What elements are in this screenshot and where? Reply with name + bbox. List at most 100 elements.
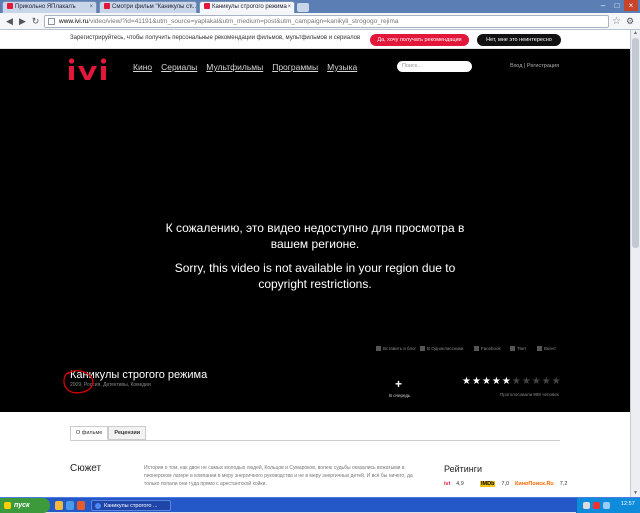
add-to-queue-button[interactable]: +	[395, 377, 402, 391]
tab-label: Прикольно ЯПлакалъ	[15, 4, 76, 10]
close-tab-icon[interactable]: ×	[189, 2, 193, 13]
rating-star-icon[interactable]: ★	[492, 377, 501, 387]
player-area: Кино Сериалы Мультфильмы Программы Музык…	[0, 49, 630, 412]
favicon-icon	[104, 3, 110, 9]
nav-series[interactable]: Сериалы	[161, 62, 197, 72]
rating-star-icon[interactable]: ★	[472, 377, 481, 387]
embed-icon	[376, 346, 381, 351]
minimize-icon[interactable]: –	[596, 0, 610, 11]
details-tabs: О фильме Рецензии	[70, 426, 147, 440]
star-icon[interactable]: ☆	[612, 16, 621, 27]
main-nav: Кино Сериалы Мультфильмы Программы Музык…	[133, 62, 357, 72]
rating-ivi: ivi 4,9	[444, 481, 464, 487]
nav-movies[interactable]: Кино	[133, 62, 152, 72]
rating-stars[interactable]: ★ ★ ★ ★ ★ ★ ★ ★ ★ ★	[462, 377, 561, 387]
rating-kinopoisk: КиноПоиск.Ru 7,2	[515, 481, 567, 487]
tray-antivirus-icon[interactable]	[593, 502, 600, 509]
tab-strip: Прикольно ЯПлакалъ × Смотри фильм "Канику…	[0, 0, 640, 13]
odnoklassniki-icon	[420, 346, 425, 351]
address-toolbar: ◀ ▶ ↻ www.ivi.ru/video/view/?id=41191&ut…	[0, 13, 640, 30]
vkontakte-icon	[537, 346, 542, 351]
rating-source: КиноПоиск.Ru	[515, 481, 554, 487]
rating-star-icon[interactable]: ★	[532, 377, 541, 387]
share-twitter[interactable]: Твит	[510, 346, 527, 351]
rating-star-icon[interactable]: ★	[542, 377, 551, 387]
share-label: Вконт	[544, 346, 557, 351]
ratings-heading: Рейтинги	[444, 464, 483, 474]
tab-label: Каникулы строгого режима	[212, 4, 287, 10]
chrome-icon	[95, 503, 101, 509]
start-label: пуск	[14, 502, 30, 509]
new-tab-button[interactable]	[297, 3, 309, 12]
maximize-icon[interactable]: □	[610, 0, 624, 11]
back-icon[interactable]: ◀	[4, 16, 15, 27]
tab-label: Смотри фильм "Каникулы ст...	[112, 4, 197, 10]
quicklaunch-browser-icon[interactable]	[77, 501, 85, 510]
queue-label: В очередь	[389, 393, 411, 398]
nav-programs[interactable]: Программы	[272, 62, 318, 72]
share-label: Facebook	[481, 346, 501, 351]
browser-tab-ivi-active[interactable]: Каникулы строгого режима ×	[199, 1, 295, 13]
rating-star-icon[interactable]: ★	[552, 377, 561, 387]
rating-star-icon[interactable]: ★	[482, 377, 491, 387]
share-label: Твит	[517, 346, 527, 351]
rating-star-icon[interactable]: ★	[462, 377, 471, 387]
url-input[interactable]: www.ivi.ru/video/view/?id=41191&utm_sour…	[44, 15, 609, 28]
scroll-down-icon[interactable]: ▼	[632, 490, 639, 497]
share-facebook[interactable]: Facebook	[474, 346, 501, 351]
twitter-icon	[510, 346, 515, 351]
login-register-link[interactable]: Вход | Регистрация	[510, 63, 559, 69]
registration-banner: Зарегистрируйтесь, чтобы получить персон…	[0, 30, 630, 49]
tray-volume-icon[interactable]	[603, 502, 610, 509]
nav-music[interactable]: Музыка	[327, 62, 357, 72]
taskbar-window-label: Каникулы строгого ...	[104, 503, 158, 509]
unavailable-message-en: Sorry, this video is not available in yo…	[174, 261, 456, 291]
close-tab-icon[interactable]: ×	[287, 2, 291, 13]
rating-source: IMDb	[480, 481, 496, 487]
page-icon	[48, 18, 55, 25]
rating-source: ivi	[444, 481, 451, 487]
scroll-thumb[interactable]	[632, 38, 639, 248]
reload-icon[interactable]: ↻	[30, 16, 41, 27]
share-vkontakte[interactable]: Вконт	[537, 346, 556, 351]
share-blog[interactable]: Вставить в блог	[376, 346, 416, 351]
plot-text: История о том, как двое не самых молодых…	[144, 465, 413, 487]
close-window-icon[interactable]: ×	[624, 0, 638, 11]
windows-flag-icon	[4, 502, 11, 509]
tray-language-icon[interactable]	[583, 502, 590, 509]
plot-heading: Сюжет	[70, 463, 102, 474]
share-odnoklassniki[interactable]: В Одноклассники	[420, 346, 463, 351]
url-host: www.ivi.ru	[59, 18, 89, 25]
ivi-logo[interactable]	[68, 57, 114, 81]
browser-tab-watch-film[interactable]: Смотри фильм "Каникулы ст... ×	[99, 1, 197, 13]
start-button[interactable]: пуск	[0, 498, 50, 513]
quicklaunch-folder-icon[interactable]	[55, 501, 63, 510]
forward-icon[interactable]: ▶	[17, 16, 28, 27]
search-input[interactable]: Поиск...	[397, 61, 472, 72]
rating-value: 7,2	[559, 481, 568, 487]
browser-tab-yaplakal[interactable]: Прикольно ЯПлакалъ ×	[2, 1, 97, 13]
not-interested-button[interactable]: Нет, мне это неинтересно	[477, 34, 561, 46]
quicklaunch-ie-icon[interactable]	[66, 501, 74, 510]
rating-imdb: IMDb 7,0	[480, 481, 509, 487]
taskbar-window-item[interactable]: Каникулы строгого ...	[91, 500, 171, 511]
clock: 12:57	[621, 501, 635, 507]
vertical-scrollbar[interactable]: ▲ ▼	[630, 30, 640, 497]
url-path: /video/view/?id=41191&utm_source=yaplaka…	[88, 18, 399, 25]
page-viewport: Зарегистрируйтесь, чтобы получить персон…	[0, 30, 630, 497]
facebook-icon	[474, 346, 479, 351]
share-label: В Одноклассники	[427, 346, 464, 351]
nav-cartoons[interactable]: Мультфильмы	[206, 62, 263, 72]
rating-value: 4,9	[456, 481, 464, 487]
rating-star-icon[interactable]: ★	[502, 377, 511, 387]
unavailable-message-ru: К сожалению, это видео недоступно для пр…	[165, 221, 465, 251]
want-recommendations-button[interactable]: Да, хочу получать рекомендации	[370, 34, 469, 46]
rating-star-icon[interactable]: ★	[522, 377, 531, 387]
wrench-icon[interactable]: ⚙	[626, 16, 634, 27]
scroll-up-icon[interactable]: ▲	[632, 30, 639, 37]
tab-reviews[interactable]: Рецензии	[108, 426, 147, 440]
close-tab-icon[interactable]: ×	[89, 2, 93, 13]
rating-star-icon[interactable]: ★	[512, 377, 521, 387]
tab-about-film[interactable]: О фильме	[70, 426, 109, 440]
rating-value: 7,0	[501, 481, 510, 487]
